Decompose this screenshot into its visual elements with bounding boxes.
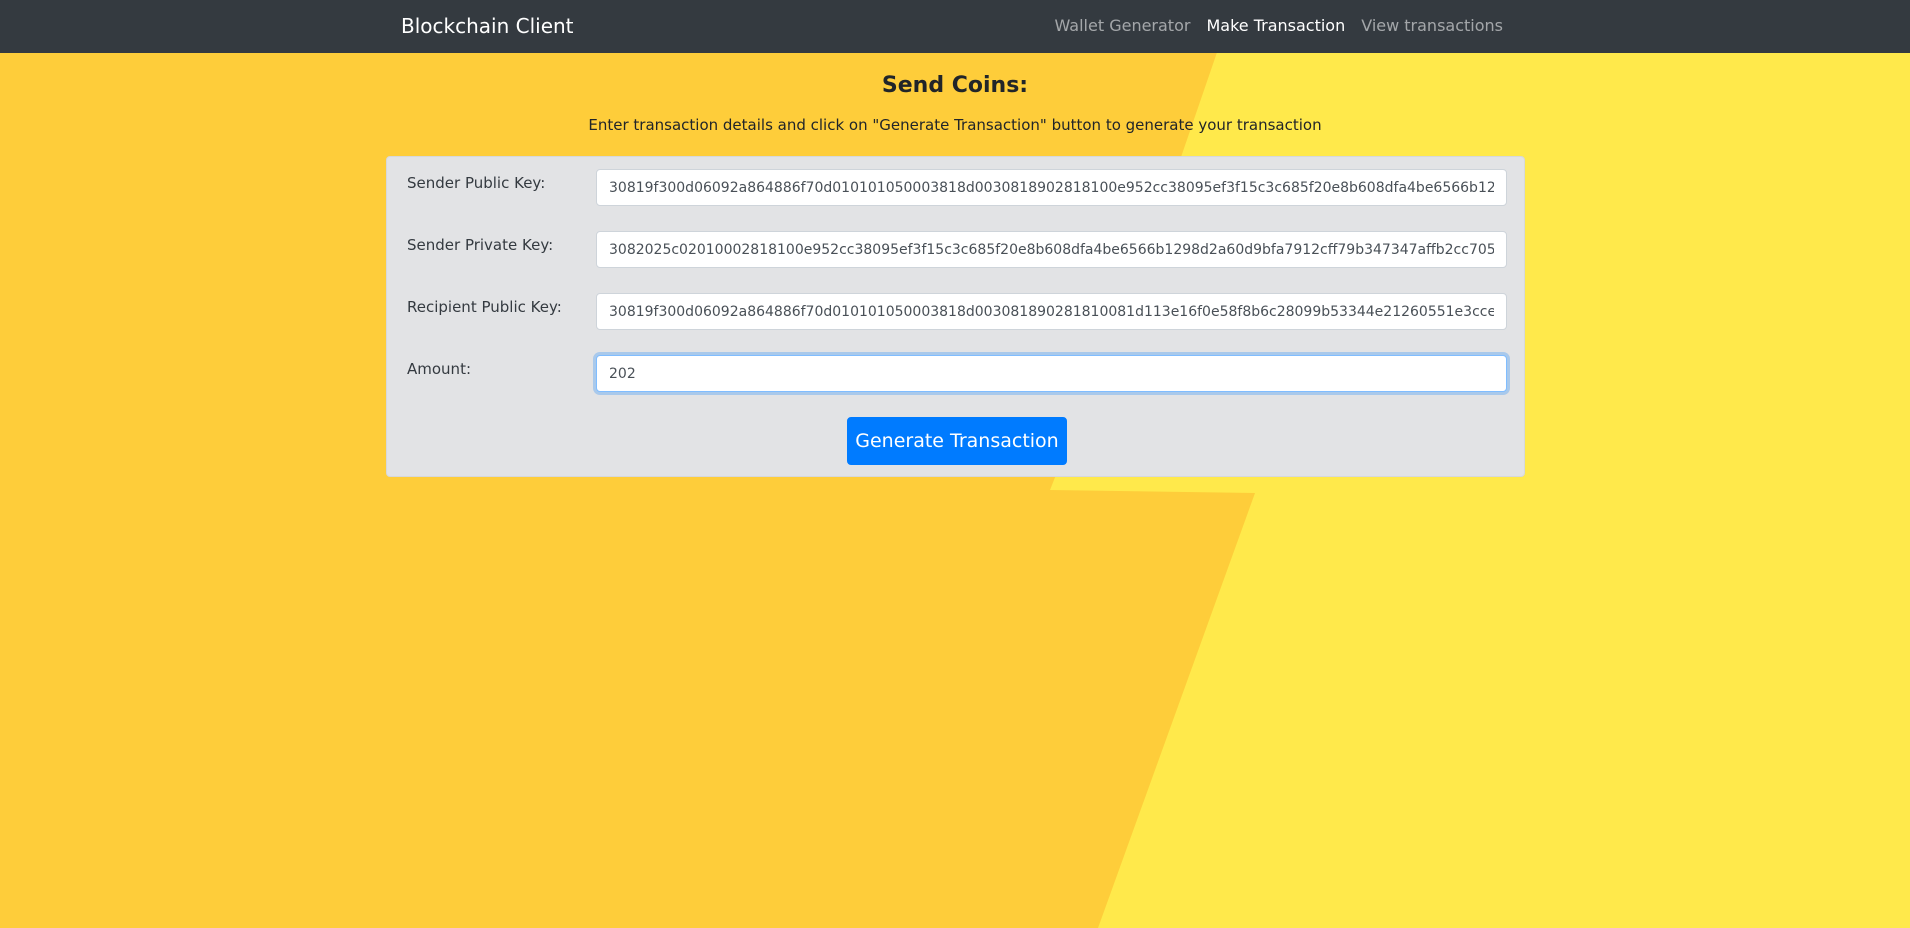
- amount-label: Amount:: [407, 360, 471, 378]
- amount-input[interactable]: [596, 355, 1507, 392]
- sender-public-key-input[interactable]: [596, 169, 1507, 206]
- page-subtitle: Enter transaction details and click on "…: [588, 116, 1322, 134]
- nav-links: Wallet Generator Make Transaction View t…: [1055, 15, 1504, 37]
- brand-link[interactable]: Blockchain Client: [401, 13, 574, 39]
- transaction-form: Sender Public Key: Sender Private Key: R…: [386, 156, 1525, 477]
- nav-link-view-transactions[interactable]: View transactions: [1361, 15, 1503, 37]
- nav-link-wallet-generator[interactable]: Wallet Generator: [1055, 15, 1191, 37]
- sender-private-key-input[interactable]: [596, 231, 1507, 268]
- navbar: Blockchain Client Wallet Generator Make …: [0, 0, 1910, 53]
- page-title: Send Coins:: [881, 73, 1029, 98]
- generate-transaction-button[interactable]: Generate Transaction: [847, 417, 1067, 465]
- recipient-public-key-label: Recipient Public Key:: [407, 298, 562, 316]
- sender-private-key-label: Sender Private Key:: [407, 236, 554, 254]
- nav-link-make-transaction[interactable]: Make Transaction: [1206, 15, 1345, 37]
- recipient-public-key-input[interactable]: [596, 293, 1507, 330]
- sender-public-key-label: Sender Public Key:: [407, 174, 546, 192]
